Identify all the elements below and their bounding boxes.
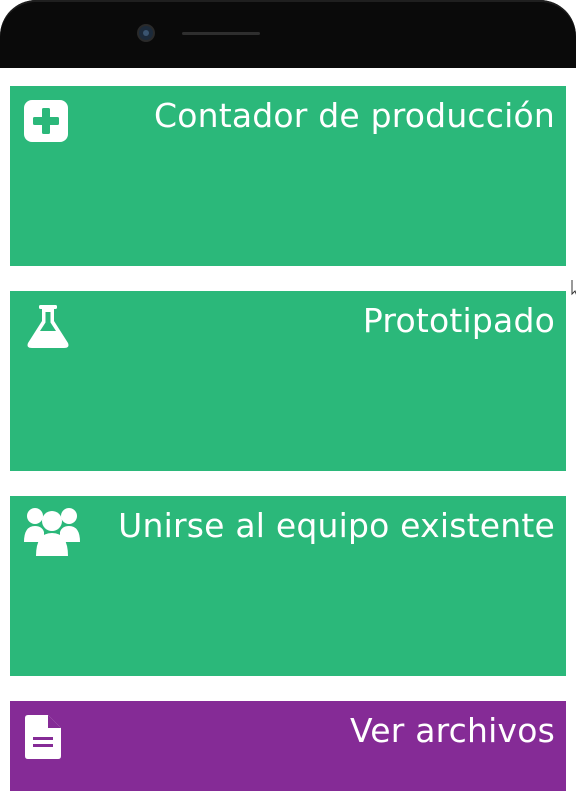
front-camera (139, 26, 153, 40)
users-icon (24, 506, 80, 560)
app-screen: Contador de producción Prototipado Unirs… (0, 68, 576, 791)
mouse-cursor-icon (571, 279, 576, 301)
tile-label: Unirse al equipo existente (118, 506, 555, 545)
flask-icon (26, 305, 70, 353)
tile-label: Contador de producción (153, 96, 555, 135)
file-text-icon (25, 715, 61, 763)
tile-join-team[interactable]: Unirse al equipo existente (10, 496, 566, 676)
tile-prototyping[interactable]: Prototipado (10, 291, 566, 471)
earpiece-speaker (182, 32, 260, 35)
tile-view-files[interactable]: Ver archivos (10, 701, 566, 791)
tile-production-counter[interactable]: Contador de producción (10, 86, 566, 266)
tile-label: Prototipado (362, 301, 555, 340)
phone-top-bezel (0, 0, 576, 68)
bezel-edge (0, 0, 576, 68)
plus-square-icon (24, 100, 68, 146)
tile-label: Ver archivos (350, 711, 555, 750)
